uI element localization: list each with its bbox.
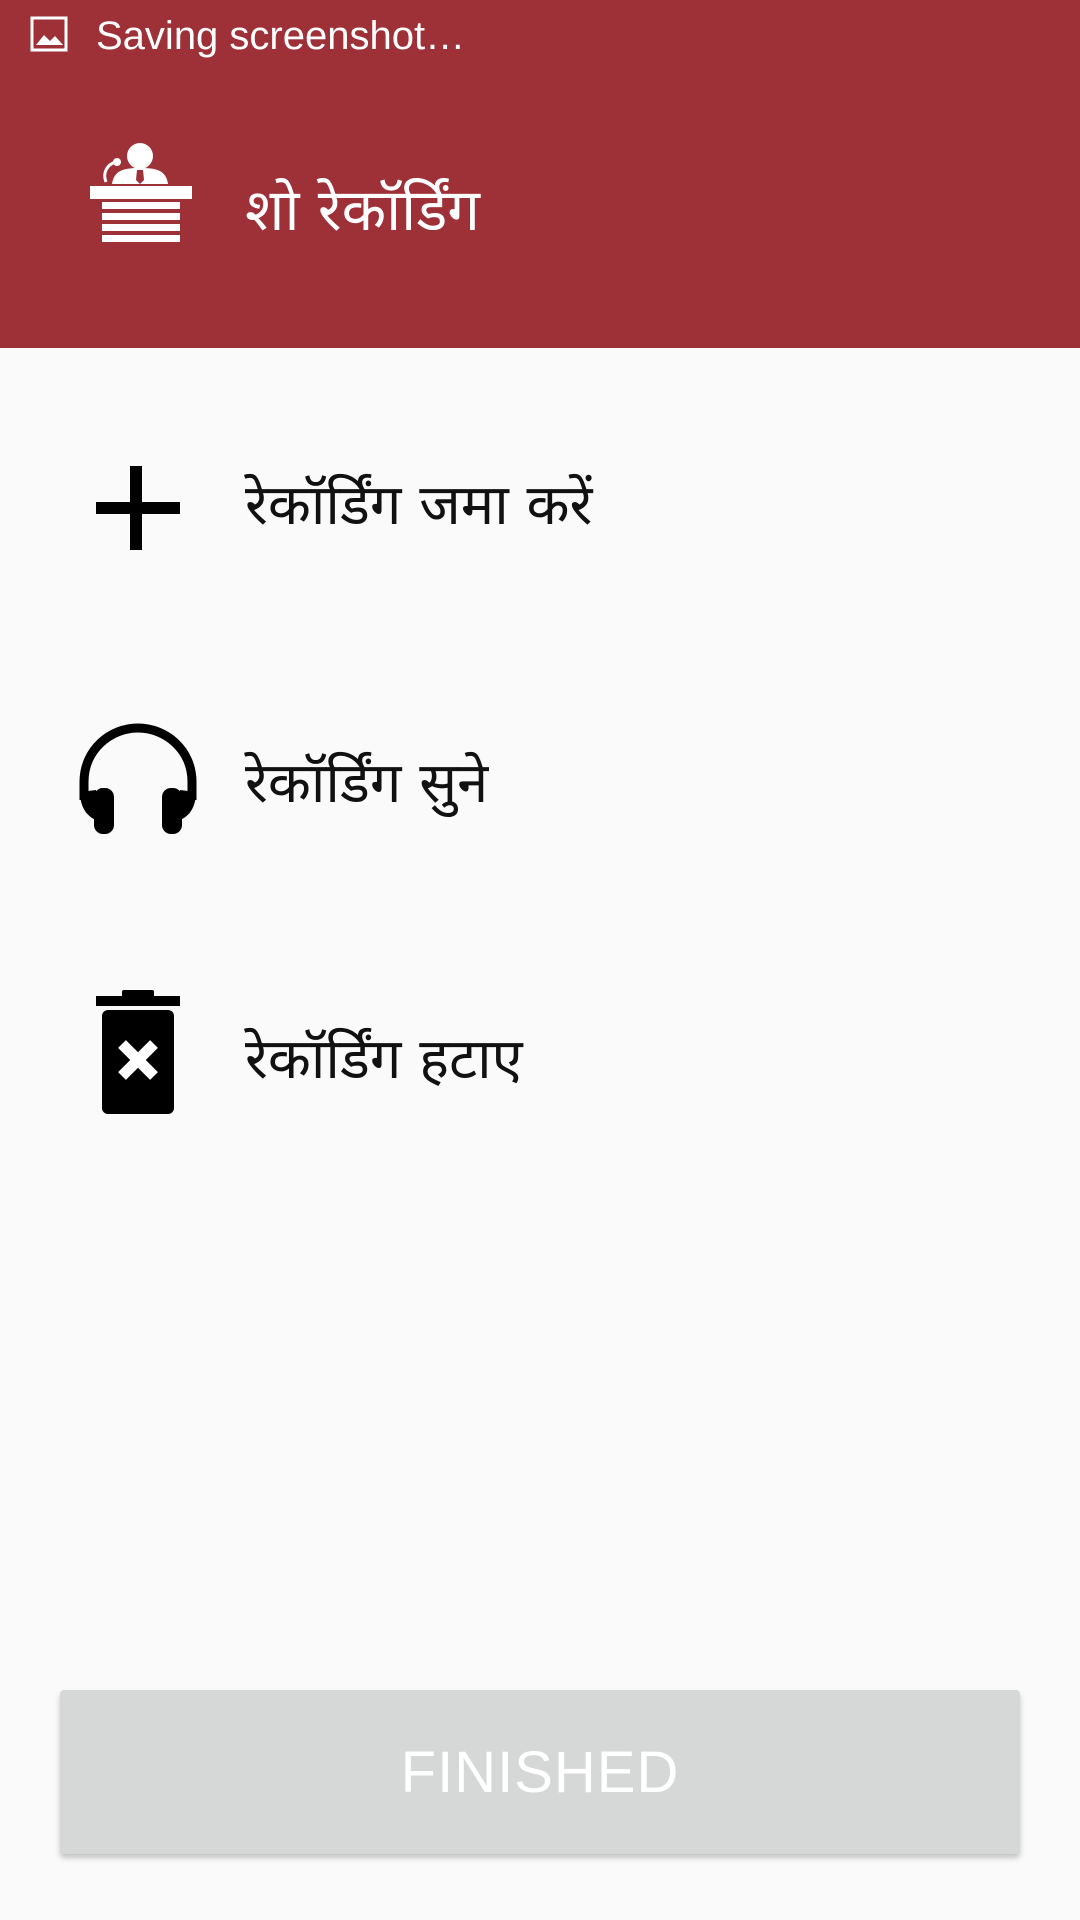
status-bar: Saving screenshot… [0,0,1080,75]
menu-item-listen-recording[interactable]: रेकॉर्डिंग सुने [0,712,1080,912]
app-header: Saving screenshot… शो रेकॉर्डिंग [0,0,1080,348]
menu-item-delete-recording[interactable]: रेकॉर्डिंग हटाए [0,986,1080,1186]
plus-icon [72,438,204,570]
headphones-icon [72,712,204,844]
status-text: Saving screenshot… [96,14,466,58]
podium-speaker-icon [88,142,196,250]
image-icon [30,14,70,54]
menu-item-add-recording[interactable]: रेकॉर्डिंग जमा करें [0,436,1080,636]
page-title: शो रेकॉर्डिंग [245,176,480,244]
finished-button[interactable]: FINISHED [60,1690,1020,1854]
trash-delete-icon [72,986,204,1118]
screen: Saving screenshot… शो रेकॉर्डिंग रेकॉर्ड… [0,0,1080,1920]
menu-item-label: रेकॉर्डिंग सुने [245,751,489,816]
menu-item-label: रेकॉर्डिंग जमा करें [245,473,593,538]
menu-item-label: रेकॉर्डिंग हटाए [245,1027,523,1092]
